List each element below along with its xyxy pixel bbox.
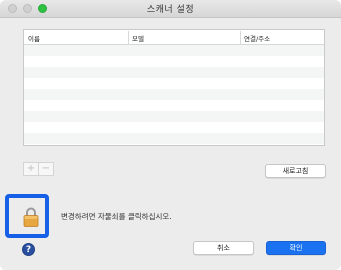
refresh-button[interactable]: 새로고침: [265, 164, 326, 178]
help-button[interactable]: ?: [22, 243, 35, 256]
ok-button[interactable]: 확인: [266, 241, 326, 255]
table-row: [24, 133, 324, 144]
lock-message: 변경하려면 자물쇠를 클릭하십시오.: [61, 212, 172, 221]
remove-scanner-button[interactable]: −: [38, 162, 54, 176]
column-header-model[interactable]: 모델: [128, 31, 144, 44]
table-row: [24, 122, 324, 133]
table-row: [24, 100, 324, 111]
table-row: [24, 111, 324, 122]
table-row: [24, 78, 324, 89]
window-title: 스캐너 설정: [146, 5, 195, 15]
table-body: [24, 45, 324, 144]
table-row: [24, 45, 324, 56]
scanner-settings-window: 스캐너 설정 이름 모델 연결/주소 + − 새로고침 변경하려면 자물쇠를 클…: [0, 0, 341, 270]
table-row: [24, 56, 324, 67]
add-scanner-button[interactable]: +: [23, 162, 39, 176]
scanner-table[interactable]: 이름 모델 연결/주소: [23, 29, 325, 146]
table-row: [24, 67, 324, 78]
cancel-button[interactable]: 취소: [193, 241, 254, 255]
column-header-name[interactable]: 이름: [28, 33, 40, 43]
padlock-icon[interactable]: [23, 206, 39, 228]
table-header: 이름 모델 연결/주소: [24, 30, 324, 45]
table-row: [24, 89, 324, 100]
column-header-connection[interactable]: 연결/주소: [240, 31, 270, 44]
lock-button-highlight[interactable]: [5, 194, 49, 238]
title-bar: 스캐너 설정: [0, 0, 341, 18]
